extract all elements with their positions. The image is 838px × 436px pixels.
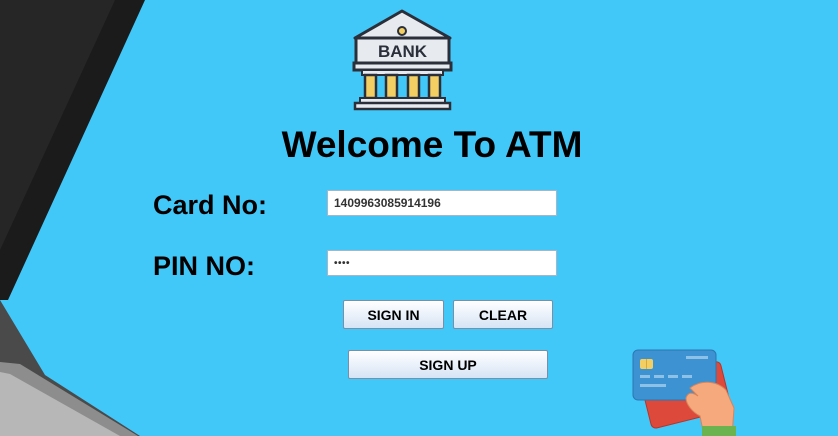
bank-logo-text: BANK [378,42,428,61]
page-title: Welcome To ATM [281,124,583,165]
sign-in-button[interactable]: SIGN IN [343,300,444,329]
bank-building-icon: BANK [352,9,453,111]
clear-button[interactable]: CLEAR [453,300,553,329]
credit-card-hand-icon [632,349,736,436]
sign-up-button[interactable]: SIGN UP [348,350,548,379]
pin-input[interactable] [327,250,557,276]
card-number-input[interactable] [327,190,557,216]
card-number-label: Card No: [153,190,267,220]
pin-label: PIN NO: [153,251,256,281]
